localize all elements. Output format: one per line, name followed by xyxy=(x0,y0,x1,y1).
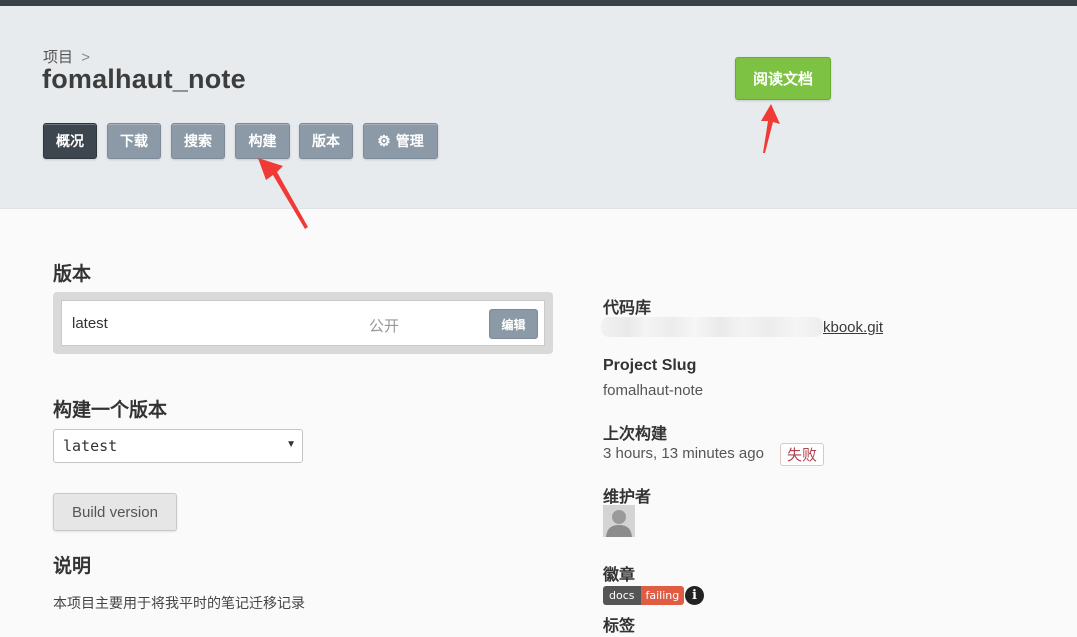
repo-url-redacted xyxy=(601,317,823,337)
version-name-link[interactable]: latest xyxy=(72,315,108,332)
last-build-time: 3 hours, 13 minutes ago xyxy=(603,445,764,462)
slug-value: fomalhaut-note xyxy=(603,382,704,399)
tab-label: 概况 xyxy=(56,133,84,149)
last-build-label: 上次构建 xyxy=(603,426,668,443)
page-title: fomalhaut_note xyxy=(42,64,246,94)
status-label: 失败 xyxy=(787,447,818,464)
edit-version-button[interactable]: 编辑 xyxy=(489,309,538,339)
slug-label: Project Slug xyxy=(603,357,697,374)
description-heading: 说明 xyxy=(53,556,92,577)
tab-admin[interactable]: ⚙ 管理 xyxy=(363,123,438,159)
tab-search[interactable]: 搜索 xyxy=(171,123,225,159)
project-header: 项目 > fomalhaut_note 概况 下载 搜索 构建 版本 ⚙ 管理 … xyxy=(0,6,1077,209)
repo-link[interactable]: kbook.git xyxy=(823,319,883,336)
tab-label: 构建 xyxy=(248,133,277,149)
version-row: latest 公开 编辑 xyxy=(61,300,545,346)
badge-right: failing xyxy=(640,586,685,605)
tab-builds[interactable]: 构建 xyxy=(235,123,290,159)
gear-icon: ⚙ xyxy=(377,133,391,150)
select-value: latest xyxy=(63,437,118,455)
docs-status-badge: docs failing xyxy=(603,586,685,605)
maintainers-label: 维护者 xyxy=(603,489,652,506)
tab-overview[interactable]: 概况 xyxy=(43,123,97,159)
read-docs-label: 阅读文档 xyxy=(752,71,813,88)
tab-versions[interactable]: 版本 xyxy=(299,123,353,159)
avatar[interactable] xyxy=(603,505,635,537)
tags-label: 标签 xyxy=(603,618,636,635)
version-privacy: 公开 xyxy=(369,318,400,335)
tab-label: 搜索 xyxy=(184,133,212,149)
build-label: Build version xyxy=(72,503,158,521)
build-heading: 构建一个版本 xyxy=(53,400,168,421)
badge-label: 徽章 xyxy=(603,567,636,584)
read-docs-button[interactable]: 阅读文档 xyxy=(735,57,831,100)
user-silhouette-icon xyxy=(603,505,635,537)
build-version-button[interactable]: Build version xyxy=(53,493,177,531)
tab-label: 下载 xyxy=(120,133,148,149)
tab-downloads[interactable]: 下载 xyxy=(107,123,161,159)
repo-label: 代码库 xyxy=(603,300,652,317)
tab-label: 管理 xyxy=(395,133,424,149)
tab-label: 版本 xyxy=(312,133,340,149)
caret-down-icon: ▼ xyxy=(286,439,296,450)
version-select[interactable]: latest ▼ xyxy=(53,429,303,463)
versions-heading: 版本 xyxy=(53,264,92,285)
edit-label: 编辑 xyxy=(501,317,526,332)
info-icon[interactable]: i xyxy=(685,586,704,605)
description-text: 本项目主要用于将我平时的笔记迁移记录 xyxy=(53,595,305,611)
badge-left: docs xyxy=(603,586,641,605)
build-status-badge[interactable]: 失败 xyxy=(780,443,825,466)
versions-list: latest 公开 编辑 xyxy=(53,292,553,354)
